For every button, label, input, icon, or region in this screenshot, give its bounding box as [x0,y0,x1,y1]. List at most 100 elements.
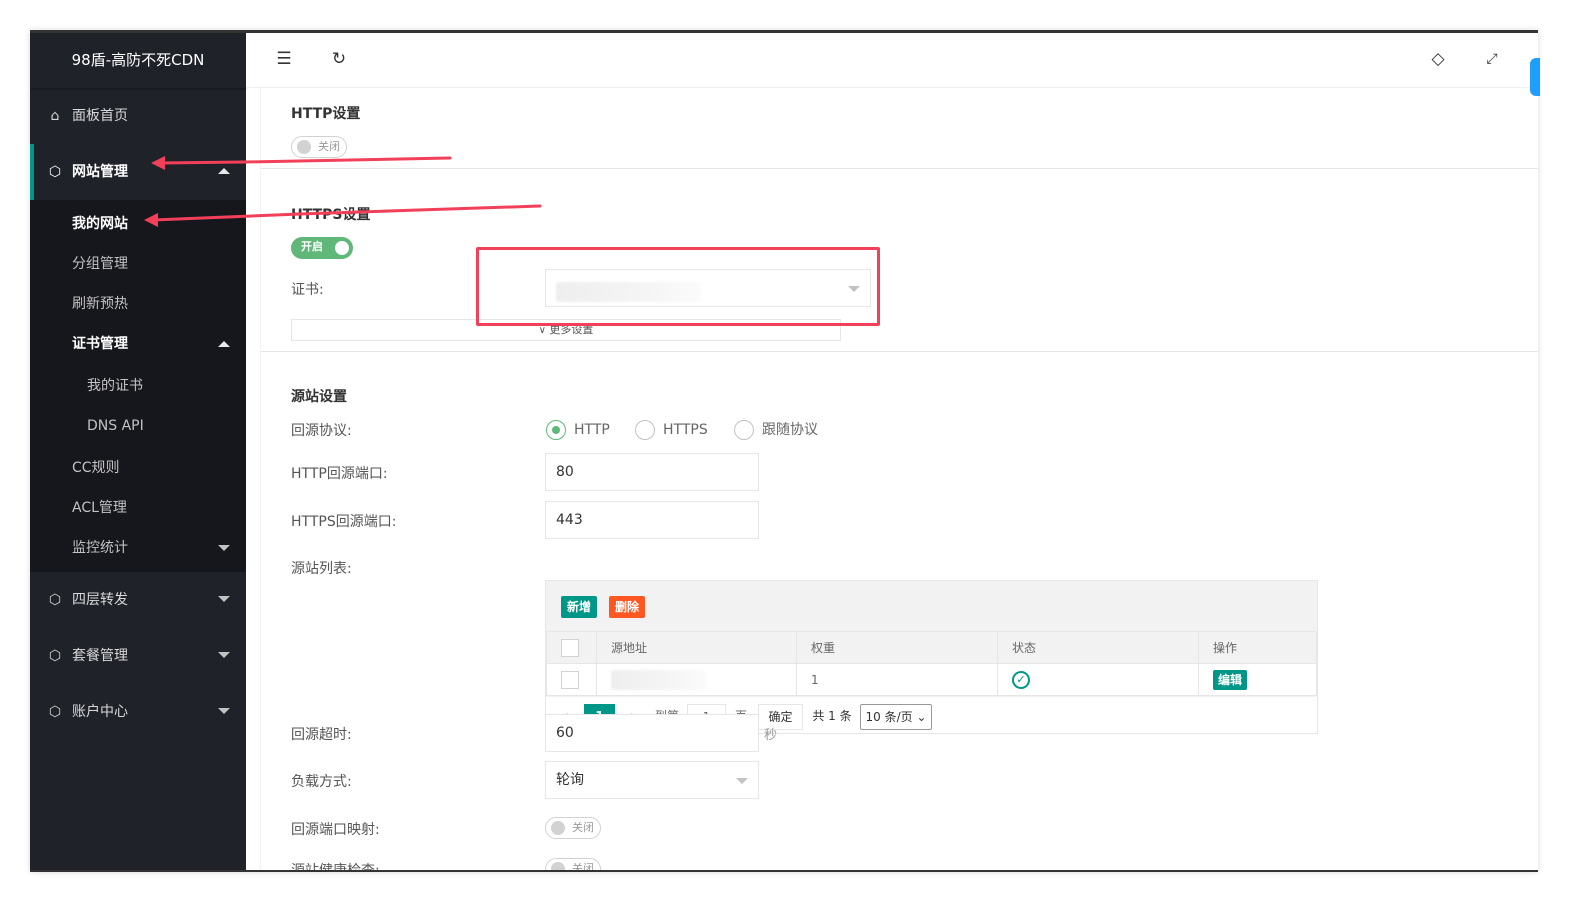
timeout-input[interactable]: 60 [545,714,759,752]
chevron-down-icon: ⌄ [916,710,927,724]
subnav-dns-api[interactable]: DNS API [30,406,246,446]
radio-https[interactable]: HTTPS [635,420,708,440]
switch-knob [551,821,565,835]
actions-cell: 编辑 [1198,663,1317,696]
caret-down-icon [218,652,230,658]
lb-value: 轮询 [556,772,584,788]
subnav-groups[interactable]: 分组管理 [30,244,246,284]
nav-l4-forwarding[interactable]: ⬡ 四层转发 [30,572,246,628]
table-row: 1 ✓ 编辑 [546,663,1317,696]
origin-list-label: 源站列表: [291,561,352,577]
status-cell: ✓ [997,663,1199,696]
page-size-value: 10 条/页 [865,710,913,724]
https-switch[interactable]: 开启 [291,237,353,259]
col-weight: 权重 [796,631,998,664]
subnav-cert-management[interactable]: 证书管理 [30,324,246,364]
site-submenu: 我的网站 分组管理 刷新预热 证书管理 我的证书 DNS API CC规则 AC… [30,200,246,572]
browser-frame: 98盾-高防不死CDN ⌂ 面板首页 ⬡ 网站管理 我的网站 分组管理 刷新预热… [30,30,1538,872]
http-port-input[interactable]: 80 [545,453,759,491]
radio-http-label: HTTP [574,422,610,438]
timeout-label: 回源超时: [291,727,352,743]
app-logo: 98盾-高防不死CDN [30,33,246,88]
divider [261,351,1538,352]
col-actions: 操作 [1198,631,1317,664]
http-port-label: HTTP回源端口: [291,466,388,482]
health-check-switch[interactable]: 关闭 [545,858,601,872]
health-check-label: 源站健康检查: [291,863,380,872]
caret-up-icon [218,168,230,174]
http-settings-title: HTTP设置 [291,106,361,122]
radio-https-label: HTTPS [663,422,708,438]
nav-dashboard[interactable]: ⌂ 面板首页 [30,88,246,144]
lb-select[interactable]: 轮询 [545,761,759,799]
switch-knob [297,140,311,154]
subnav-monitor[interactable]: 监控统计 [30,528,246,568]
caret-down-icon [218,545,230,551]
add-origin-button[interactable]: 新增 [561,596,598,618]
origin-protocol-label: 回源协议: [291,423,352,439]
https-port-input[interactable]: 443 [545,501,759,539]
caret-down-icon [218,596,230,602]
nav-account[interactable]: ⬡ 账户中心 [30,684,246,740]
page-size-select[interactable]: 10 条/页 ⌄ [860,704,932,730]
port-map-switch-label: 关闭 [572,821,594,834]
nav-package-label: 套餐管理 [72,648,128,664]
origin-table: 源地址 权重 状态 操作 1 ✓ 编辑 [546,631,1317,696]
https-port-label: HTTPS回源端口: [291,514,397,530]
radio-http[interactable]: HTTP [546,420,610,440]
cube-icon: ⬡ [48,704,62,720]
timeout-unit: 秒 [764,728,778,743]
redacted-origin-address [611,669,706,690]
header-checkbox-cell [546,631,597,664]
tag-icon[interactable]: ◇ [1426,47,1450,71]
cube-icon: ⬡ [48,592,62,608]
nav-l4-label: 四层转发 [72,592,128,608]
home-icon: ⌂ [50,108,60,124]
table-header-row: 源地址 权重 状态 操作 [546,631,1317,664]
delete-origin-button[interactable]: 删除 [609,596,646,618]
chevron-down-icon: ∨ [538,325,546,336]
edit-origin-button[interactable]: 编辑 [1213,669,1248,690]
cert-submenu: 我的证书 DNS API [30,364,246,448]
cube-icon: ⬡ [48,648,62,664]
nav-site-management-label: 网站管理 [72,164,128,180]
top-bar: ☰ ↻ ◇ ⤢ [246,33,1538,88]
nav-site-management[interactable]: ⬡ 网站管理 [30,144,246,200]
subnav-cert-management-label: 证书管理 [72,336,128,352]
port-map-switch[interactable]: 关闭 [545,817,601,839]
nav-account-label: 账户中心 [72,704,128,720]
select-all-checkbox[interactable] [561,638,579,657]
sidebar: 98盾-高防不死CDN ⌂ 面板首页 ⬡ 网站管理 我的网站 分组管理 刷新预热… [30,33,246,870]
col-origin-address: 源地址 [596,631,797,664]
http-switch-label: 关闭 [318,140,340,153]
refresh-icon[interactable]: ↻ [327,47,351,71]
divider [261,168,1538,169]
row-checkbox[interactable] [561,670,579,689]
health-check-switch-label: 关闭 [572,862,594,872]
https-settings-title: HTTPS设置 [291,207,371,223]
menu-fold-icon[interactable]: ☰ [272,47,296,71]
radio-circle [635,420,655,440]
nav-dashboard-label: 面板首页 [72,108,128,124]
side-scroll-tab[interactable] [1530,58,1540,96]
main-content: HTTP设置 关闭 HTTPS设置 开启 证书: ∨ 更多设置 源站设置 回源协… [260,88,1538,870]
subnav-cc-rules[interactable]: CC规则 [30,448,246,488]
https-switch-label: 开启 [301,240,323,253]
subnav-my-sites[interactable]: 我的网站 [30,204,246,244]
row-checkbox-cell [546,663,597,696]
radio-circle [734,420,754,440]
subnav-refresh[interactable]: 刷新预热 [30,284,246,324]
origin-address-cell [596,663,797,696]
http-switch[interactable]: 关闭 [291,136,347,158]
switch-knob [551,862,565,870]
subnav-acl[interactable]: ACL管理 [30,488,246,528]
subnav-my-certs[interactable]: 我的证书 [30,366,246,406]
nav-package[interactable]: ⬡ 套餐管理 [30,628,246,684]
lb-label: 负载方式: [291,774,352,790]
fullscreen-icon[interactable]: ⤢ [1480,47,1504,71]
radio-follow[interactable]: 跟随协议 [734,420,818,440]
subnav-monitor-label: 监控统计 [72,540,128,556]
radio-circle [546,420,566,440]
cert-label: 证书: [291,282,324,298]
chevron-down-icon [736,778,748,784]
